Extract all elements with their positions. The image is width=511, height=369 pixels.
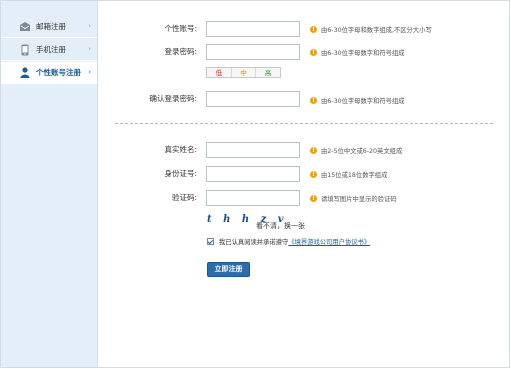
user-icon (18, 67, 32, 78)
realname-tip: ! 由2-5位中文或6-20英文组成 (310, 146, 402, 155)
confirm-password-tip: ! 由6-30位字母数字和符号组成 (310, 96, 405, 105)
strength-weak: 低 (207, 68, 232, 77)
realname-input[interactable] (206, 142, 300, 158)
username-label: 个性账号: (164, 24, 197, 33)
realname-label: 真实姓名: (164, 145, 197, 154)
phone-icon (18, 44, 32, 56)
register-button[interactable]: 立即注册 (207, 262, 250, 277)
info-icon: ! (310, 97, 317, 104)
chevron-right-icon: › (88, 22, 91, 30)
info-icon: ! (310, 195, 317, 202)
agreement-text: 我已认真阅读并承诺遵守 (219, 239, 289, 246)
sidebar-item-phone[interactable]: 手机注册 › (1, 39, 97, 61)
agreement-link[interactable]: 《境界游戏公司用户协议书》 (288, 237, 370, 246)
info-icon: ! (310, 26, 317, 33)
mail-icon (18, 21, 32, 32)
strength-strong: 高 (264, 69, 272, 77)
username-tip: ! 由6-30位字母和数字组成,不区分大小写 (310, 25, 432, 34)
captcha-refresh-link[interactable]: 看不清，换一张 (256, 221, 305, 231)
sidebar: 邮箱注册 › 手机注册 › 个性账号注册 › (1, 1, 98, 367)
captcha-input[interactable] (206, 190, 300, 206)
info-icon: ! (310, 49, 317, 56)
sidebar-item-personal-account[interactable]: 个性账号注册 › (1, 62, 97, 84)
sidebar-item-label: 手机注册 (36, 45, 66, 54)
captcha-label: 验证码: (171, 193, 197, 202)
agreement-row: 我已认真阅读并承诺遵守 《境界游戏公司用户协议书》 (207, 237, 370, 246)
section-divider (115, 123, 493, 124)
info-icon: ! (310, 171, 317, 178)
idcard-input[interactable] (206, 166, 300, 182)
captcha-tip: ! 请填写图片中显示的验证码 (310, 194, 397, 203)
confirm-password-label: 确认登录密码: (149, 94, 197, 103)
info-icon: ! (310, 147, 317, 154)
sidebar-item-email[interactable]: 邮箱注册 › (1, 16, 97, 38)
chevron-right-icon: › (88, 68, 91, 76)
sidebar-item-label: 个性账号注册 (36, 68, 81, 77)
idcard-tip: ! 由15位或18位数字组成 (310, 170, 387, 179)
agreement-checkbox[interactable] (207, 238, 214, 245)
password-tip: ! 由6-30位字母数字和符号组成 (310, 48, 405, 57)
password-strength-meter: 低 中 高 (206, 67, 281, 78)
strength-medium: 中 (232, 68, 257, 77)
idcard-label: 身份证号: (164, 169, 197, 178)
password-input[interactable] (206, 44, 300, 60)
username-input[interactable] (206, 21, 300, 37)
password-label: 登录密码: (164, 47, 197, 56)
chevron-right-icon: › (88, 45, 91, 53)
confirm-password-input[interactable] (206, 91, 300, 107)
sidebar-item-label: 邮箱注册 (36, 22, 66, 31)
